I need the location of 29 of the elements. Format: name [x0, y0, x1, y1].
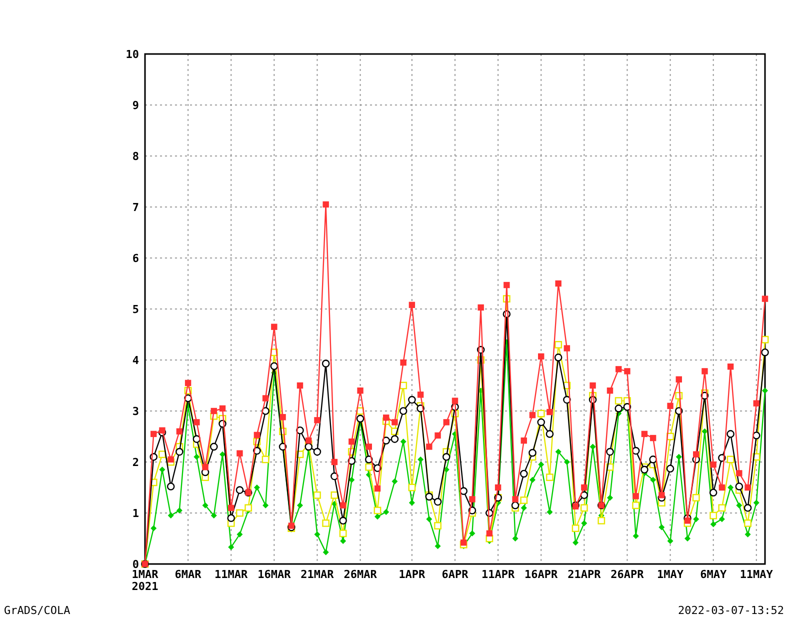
y-tick-label: 4 — [132, 354, 139, 367]
x-tick-label: 11MAY — [740, 568, 773, 581]
y-tick-label: 6 — [132, 252, 139, 265]
footer-label: GrADS/COLA — [4, 604, 70, 617]
x-tick-label: 26APR — [610, 568, 644, 581]
y-tick-label: 2 — [132, 456, 139, 469]
timestamp: 2022-03-07-13:52 — [678, 604, 784, 617]
x-tick-label: 21APR — [568, 568, 601, 581]
x-tick-label: 11APR — [482, 568, 515, 581]
x-tick-label: 21MAR — [300, 568, 334, 581]
x-tick-label: 6MAR — [174, 568, 202, 581]
x-tick-label: 26MAR — [344, 568, 377, 581]
y-tick-label: 7 — [132, 201, 139, 214]
x-tick-label: 6MAY — [700, 568, 727, 581]
y-tick-label: 8 — [132, 150, 139, 163]
y-tick-label: 0 — [132, 558, 139, 571]
x-tick-label: 1MAR — [132, 568, 158, 581]
x-tick-label: 16APR — [524, 568, 558, 581]
y-tick-label: 5 — [132, 303, 139, 316]
y-tick-label: 1 — [132, 507, 139, 520]
x-tick-label: 16MAR — [258, 568, 291, 581]
x-tick-label: 11MAR — [214, 568, 248, 581]
x-tick-label: 1MAY — [657, 568, 684, 581]
y-tick-label: 9 — [132, 99, 139, 112]
x-tick-label: 1APR — [398, 568, 426, 581]
y-tick-label: 10 — [126, 48, 139, 61]
x-tick-label: 6APR — [442, 568, 468, 581]
year-label: 2021 — [132, 580, 158, 593]
y-tick-label: 3 — [132, 405, 139, 418]
